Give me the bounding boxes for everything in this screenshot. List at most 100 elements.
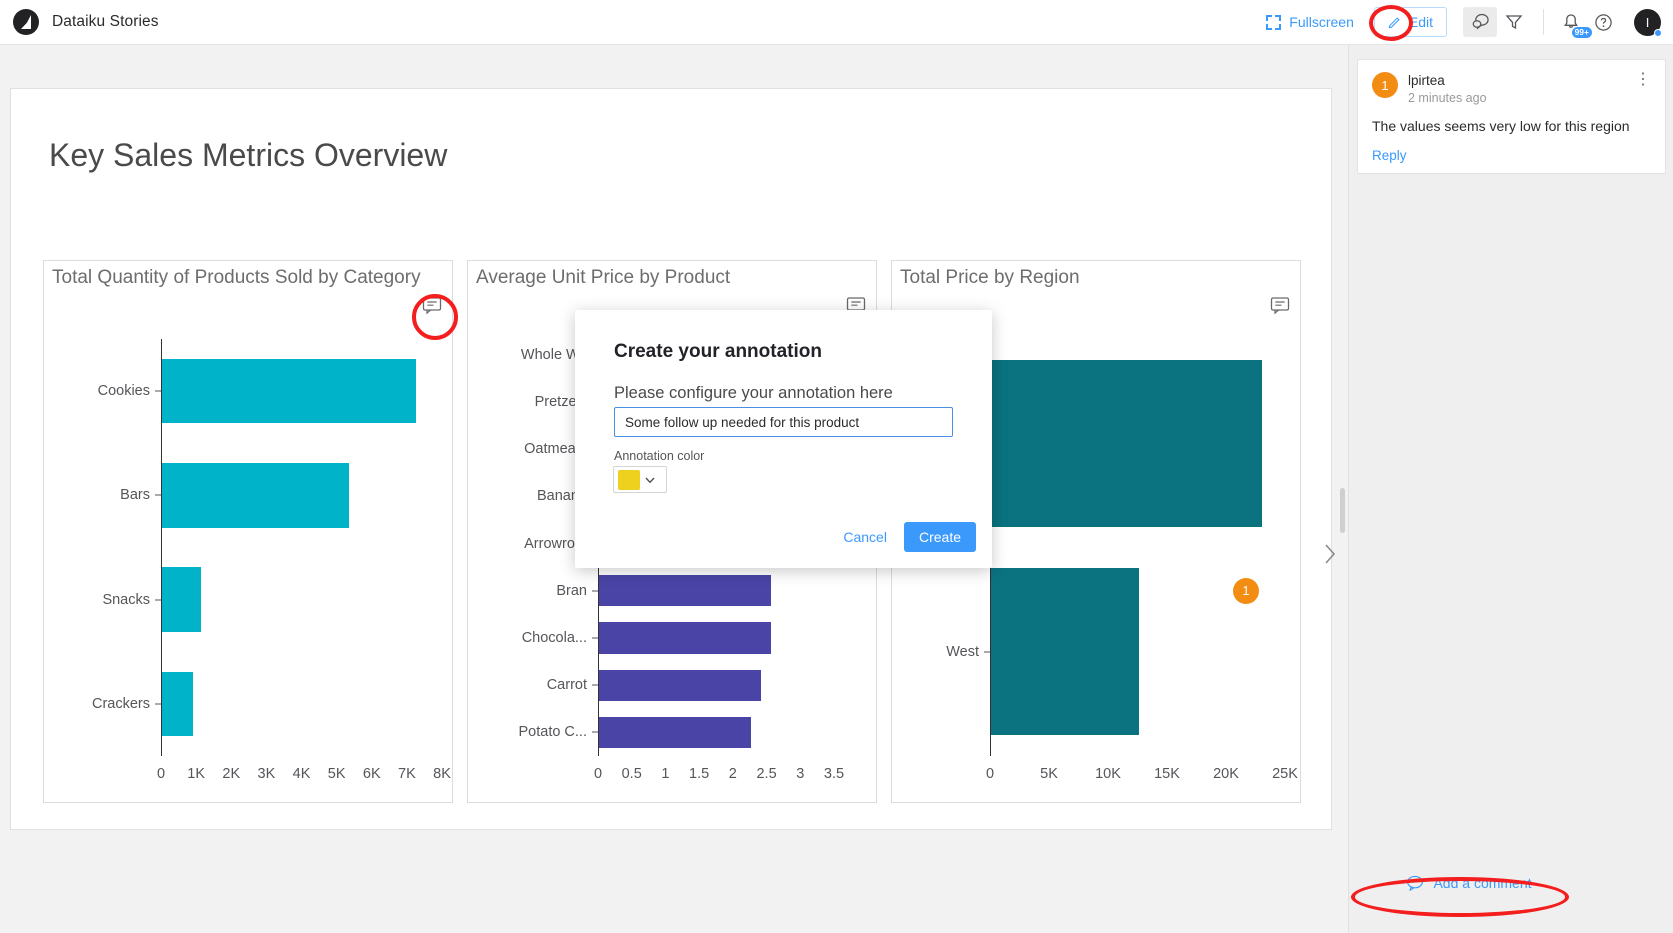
annotation-badge[interactable]: 1 [1233,578,1259,604]
comments-panel: 1 lpirtea 2 minutes ago ⋮ The values see… [1348,45,1673,933]
page-title: Key Sales Metrics Overview [49,137,448,173]
y-tick-mark [592,684,598,686]
user-avatar[interactable]: I [1634,8,1662,37]
chart-card-quantity-by-category[interactable]: Total Quantity of Products Sold by Categ… [43,260,453,803]
fullscreen-button[interactable]: Fullscreen [1258,9,1362,35]
chart-comment-icon[interactable] [1270,296,1290,315]
carousel-next-button[interactable] [1319,539,1341,569]
fullscreen-icon [1266,14,1282,30]
x-axis-tick-label: 25K [1272,766,1298,782]
x-axis-tick-label: 15K [1154,766,1180,782]
y-axis-label: Crackers [91,695,150,712]
notification-count-badge: 99+ [1571,26,1592,38]
x-axis-tick-label: 5K [327,766,346,782]
x-axis-tick-label: 3 [796,766,805,782]
bar[interactable] [162,463,350,528]
y-axis-label: Potato C... [518,724,587,741]
x-axis-tick-label: 0 [156,766,166,782]
y-tick-mark [155,390,161,392]
bar[interactable] [991,568,1139,736]
horizontal-scroll-thumb[interactable] [1340,488,1345,533]
fullscreen-label: Fullscreen [1289,14,1354,30]
add-comment-label: Add a comment [1433,875,1532,891]
x-axis-tick-label: 0 [593,766,603,782]
y-tick-mark [984,651,990,653]
dialog-subtitle: Please configure your annotation here [614,384,893,402]
bar[interactable] [991,359,1263,527]
toolbar-divider [1543,9,1544,35]
comments-icon [1472,13,1489,30]
chart-plot-area: Cookies Bars Snacks Crackers 0 1K 2K 3K 4K 5K 6K 7K… [44,321,452,802]
chevron-right-icon [1325,544,1336,564]
y-axis-label: Chocola... [521,629,587,646]
color-swatch [618,469,640,490]
avatar-initial: I [1645,14,1650,30]
bar[interactable] [162,671,193,737]
x-axis-tick-label: 7K [398,766,416,782]
chart-title: Total Price by Region [900,267,1080,288]
x-axis-tick-label: 1 [661,766,670,782]
add-comment-icon [1407,875,1424,891]
x-axis-tick-label: 2K [222,766,241,782]
comment-bubble-icon [1270,297,1290,315]
chart-comment-icon[interactable] [422,296,442,315]
filter-button[interactable] [1497,7,1531,37]
bar[interactable] [599,622,771,654]
comment-header: 1 lpirtea 2 minutes ago ⋮ [1372,72,1651,106]
annotation-badge-label: 1 [1242,584,1250,598]
y-axis-label: West [946,643,979,660]
pencil-icon [1388,17,1400,29]
bar[interactable] [599,669,761,701]
comment-item[interactable]: 1 lpirtea 2 minutes ago ⋮ The values see… [1357,59,1666,174]
filter-icon [1505,15,1523,30]
bar[interactable] [162,567,201,632]
y-axis-label: Bars [120,487,150,504]
bar[interactable] [162,358,417,424]
y-tick-mark [592,731,598,733]
comment-menu-icon[interactable]: ⋮ [1635,72,1651,88]
comment-reply-link[interactable]: Reply [1372,148,1651,163]
help-icon [1594,13,1612,31]
bar[interactable] [599,575,771,607]
cancel-button[interactable]: Cancel [833,523,897,551]
presence-dot [1654,28,1662,37]
y-axis-label: Cookies [97,383,150,400]
y-tick-mark [592,590,598,592]
y-tick-mark [155,599,161,601]
brand: Dataiku Stories [0,9,159,35]
annotation-color-label: Annotation color [614,449,705,463]
comment-meta: lpirtea 2 minutes ago [1408,72,1487,106]
x-axis-tick-label: 0 [985,766,995,782]
top-bar: Dataiku Stories Fullscreen Edit 99+ I [0,0,1673,45]
dialog-title: Create your annotation [614,341,822,362]
create-annotation-dialog: Create your annotation Please configure … [575,310,992,568]
y-axis-label: Snacks [102,591,150,608]
x-axis-tick-label: 8K [433,766,451,782]
create-button[interactable]: Create [903,522,976,552]
x-axis-tick-label: 10K [1095,766,1121,782]
x-axis-tick-label: 0.5 [621,766,642,782]
comment-avatar: 1 [1372,72,1398,98]
x-axis-tick-label: 5K [1040,766,1058,782]
x-axis-tick-label: 4K [292,766,311,782]
chart-title: Total Quantity of Products Sold by Categ… [52,267,421,288]
bar[interactable] [599,716,751,748]
x-axis-tick-label: 3K [257,766,276,782]
comment-author: lpirtea [1408,73,1445,88]
comment-body: The values seems very low for this regio… [1372,117,1630,134]
chevron-down-icon [645,477,655,483]
add-comment-button[interactable]: Add a comment [1363,867,1575,899]
comments-toggle-button[interactable] [1463,7,1497,37]
x-axis-tick-label: 2.5 [756,766,777,782]
comment-bubble-icon [422,297,442,315]
notifications-button[interactable]: 99+ [1556,7,1592,38]
x-axis-tick-label: 2 [728,766,737,782]
y-axis-label: Bran [556,582,587,599]
annotation-text-input[interactable] [614,407,953,437]
app-root: Dataiku Stories Fullscreen Edit 99+ I Ke… [0,0,1673,933]
app-title: Dataiku Stories [52,13,159,30]
y-tick-mark [155,494,161,496]
annotation-color-select[interactable] [613,466,667,493]
x-axis-tick-label: 1K [187,766,205,782]
edit-button[interactable]: Edit [1373,7,1447,37]
